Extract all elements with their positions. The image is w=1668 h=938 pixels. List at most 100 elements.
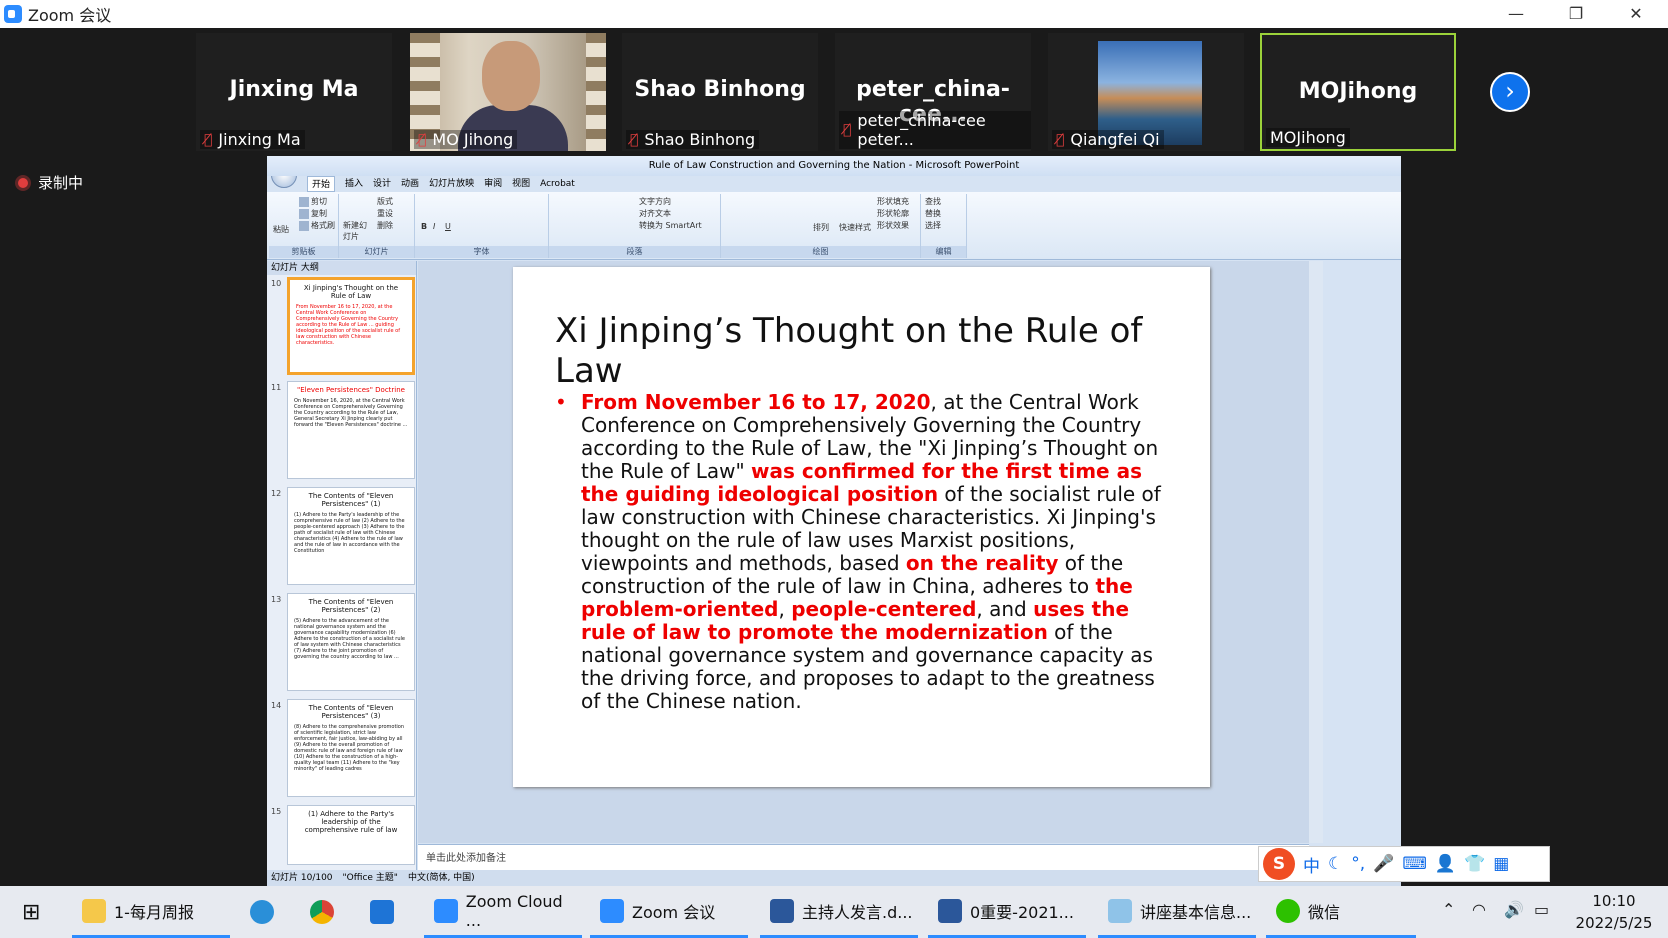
- user-icon[interactable]: 👤: [1435, 854, 1456, 874]
- slide-thumbnail-selected[interactable]: Xi Jinping's Thought on the Rule of Law …: [287, 277, 415, 375]
- text-direction-button[interactable]: 文字方向: [639, 196, 671, 207]
- participant-name: peter_china-cee peter...: [857, 111, 986, 149]
- slide-number: 10: [271, 279, 282, 288]
- arrange-button[interactable]: 排列: [813, 222, 829, 233]
- next-page-button[interactable]: ›: [1490, 72, 1530, 112]
- find-button[interactable]: 查找: [925, 196, 941, 207]
- slide-editor: Xi Jinping’s Thought on the Rule of Law …: [418, 261, 1309, 843]
- grid-icon[interactable]: ▦: [1493, 854, 1509, 874]
- copy-button[interactable]: 复制: [299, 208, 327, 219]
- thumb-title: The Contents of "Eleven Persistences" (3…: [308, 704, 394, 720]
- system-clock[interactable]: 10:10 2022/5/25: [1564, 886, 1664, 938]
- shape-effects-button[interactable]: 形状效果: [877, 220, 909, 231]
- minimize-button[interactable]: —: [1486, 0, 1546, 28]
- edge-icon: [250, 900, 274, 924]
- participant-tile[interactable]: peter_china-cee... 🎙̸ peter_china-cee pet…: [835, 33, 1031, 151]
- volume-icon[interactable]: 🔊: [1504, 900, 1524, 919]
- taskbar-notepad[interactable]: 讲座基本信息...: [1098, 886, 1256, 938]
- participant-tile[interactable]: Shao Binhong 🎙̸ Shao Binhong: [622, 33, 818, 151]
- select-button[interactable]: 选择: [925, 220, 941, 231]
- new-slide-button[interactable]: 新建幻灯片: [343, 220, 373, 242]
- tab-slideshow[interactable]: 幻灯片放映: [429, 176, 474, 192]
- quick-styles-button[interactable]: 快速样式: [839, 222, 871, 233]
- moon-icon[interactable]: ☾: [1328, 854, 1343, 874]
- current-slide[interactable]: Xi Jinping’s Thought on the Rule of Law …: [513, 267, 1210, 787]
- ime-mode[interactable]: 中: [1303, 852, 1320, 877]
- paragraph-group: 文字方向 对齐文本 转换为 SmartArt 段落: [549, 194, 721, 258]
- recording-dot-icon: [18, 177, 28, 188]
- slide-thumbnail[interactable]: The Contents of "Eleven Persistences" (3…: [287, 699, 415, 797]
- taskbar-zoom-cloud[interactable]: Zoom Cloud ...: [424, 886, 582, 938]
- layout-button[interactable]: 版式: [377, 196, 393, 207]
- thumb-body: (5) Adhere to the advancement of the nat…: [294, 618, 406, 660]
- skin-icon[interactable]: 👕: [1464, 854, 1485, 874]
- battery-icon[interactable]: ▭: [1534, 900, 1549, 919]
- underline-button[interactable]: U: [445, 222, 451, 231]
- ime-toolbar[interactable]: S 中 ☾ °, 🎤 ⌨ 👤 👕 ▦: [1258, 846, 1550, 882]
- thumb-body: On November 16, 2020, at the Central Wor…: [294, 398, 408, 428]
- taskbar-chrome[interactable]: [300, 886, 334, 938]
- smartart-button[interactable]: 转换为 SmartArt: [639, 220, 702, 231]
- slide-thumbnail-pane: 幻灯片 大纲 10 Xi Jinping's Thought on the Ru…: [267, 261, 417, 871]
- recording-label: 录制中: [38, 174, 84, 192]
- slide-title[interactable]: Xi Jinping’s Thought on the Rule of Law: [555, 311, 1210, 391]
- zoom-icon: [434, 898, 458, 923]
- taskbar-word-doc[interactable]: 主持人发言.d...: [760, 886, 918, 938]
- taskbar-browser-edge[interactable]: [240, 886, 274, 938]
- sogou-logo-icon: S: [1263, 848, 1295, 880]
- keyboard-icon[interactable]: ⌨: [1402, 854, 1427, 874]
- paste-button[interactable]: 粘贴: [273, 224, 289, 235]
- slide-body[interactable]: • From November 16 to 17, 2020, at the C…: [555, 391, 1165, 713]
- slide-thumbnail[interactable]: (1) Adhere to the Party's leadership of …: [287, 805, 415, 865]
- delete-button[interactable]: 删除: [377, 220, 393, 231]
- close-button[interactable]: ✕: [1606, 0, 1666, 28]
- tab-animation[interactable]: 动画: [401, 176, 419, 192]
- restore-button[interactable]: ❐: [1546, 0, 1606, 28]
- tab-home[interactable]: 开始: [307, 176, 336, 192]
- taskbar-folder[interactable]: 1-每月周报: [72, 886, 230, 938]
- taskbar-mail[interactable]: [360, 886, 394, 938]
- align-text-button[interactable]: 对齐文本: [639, 208, 671, 219]
- cut-button[interactable]: 剪切: [299, 196, 327, 207]
- tab-acrobat[interactable]: Acrobat: [540, 176, 575, 192]
- taskbar-zoom-meeting[interactable]: Zoom 会议: [590, 886, 748, 938]
- zoom-logo-icon: [4, 5, 22, 23]
- thumb-body: (8) Adhere to the comprehensive promotio…: [294, 724, 405, 772]
- thumb-title: (1) Adhere to the Party's leadership of …: [304, 810, 398, 834]
- participant-tile-active-speaker[interactable]: MOJihong MOJihong: [1260, 33, 1456, 151]
- group-label: 剪贴板: [269, 246, 338, 258]
- start-button[interactable]: ⊞: [12, 886, 40, 938]
- tab-design[interactable]: 设计: [373, 176, 391, 192]
- chevron-up-icon[interactable]: ⌃: [1442, 900, 1455, 919]
- slide-thumbnail[interactable]: The Contents of "Eleven Persistences" (1…: [287, 487, 415, 585]
- vertical-scrollbar[interactable]: [1309, 261, 1323, 843]
- participant-tile-video[interactable]: 🎙̸ MO Jihong: [410, 33, 606, 151]
- participant-display-name: Shao Binhong: [634, 77, 806, 102]
- format-painter-button[interactable]: 格式刷: [299, 220, 335, 231]
- participant-tile[interactable]: Jinxing Ma 🎙̸ Jinxing Ma: [196, 33, 392, 151]
- tab-review[interactable]: 审阅: [484, 176, 502, 192]
- notes-pane[interactable]: 单击此处添加备注: [418, 844, 1309, 870]
- slide-thumbnail[interactable]: "Eleven Persistences" Doctrine On Novemb…: [287, 381, 415, 479]
- participant-name: MO Jihong: [432, 130, 514, 149]
- italic-button[interactable]: I: [433, 222, 435, 231]
- mail-icon: [370, 900, 394, 924]
- thumb-body: From November 16 to 17, 2020, at the Cen…: [296, 304, 400, 346]
- taskbar-word-doc-2[interactable]: 0重要-2021...: [928, 886, 1086, 938]
- punctuation-icon[interactable]: °,: [1351, 854, 1365, 874]
- ppt-title: Rule of Law Construction and Governing t…: [267, 156, 1401, 176]
- thumb-pane-tabs[interactable]: 幻灯片 大纲: [267, 261, 416, 275]
- participant-tile-video[interactable]: 🎙̸ Qiangfei Qi: [1048, 33, 1244, 151]
- replace-button[interactable]: 替换: [925, 208, 941, 219]
- taskbar-wechat[interactable]: 微信: [1266, 886, 1416, 938]
- reset-button[interactable]: 重设: [377, 208, 393, 219]
- bold-button[interactable]: B: [421, 222, 427, 231]
- microphone-icon[interactable]: 🎤: [1373, 854, 1394, 874]
- shape-outline-button[interactable]: 形状轮廓: [877, 208, 909, 219]
- slide-thumbnail[interactable]: The Contents of "Eleven Persistences" (2…: [287, 593, 415, 691]
- tab-view[interactable]: 视图: [512, 176, 530, 192]
- shape-fill-button[interactable]: 形状填充: [877, 196, 909, 207]
- slide-number: 15: [271, 807, 282, 816]
- wifi-icon[interactable]: ◠: [1472, 900, 1486, 919]
- tab-insert[interactable]: 插入: [345, 176, 363, 192]
